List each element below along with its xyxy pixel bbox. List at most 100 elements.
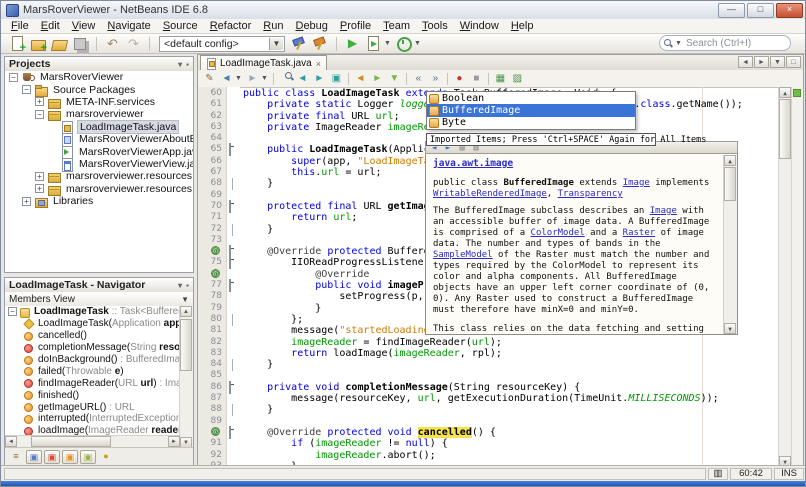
- scroll-left-icon[interactable]: ◄: [5, 436, 17, 447]
- horizontal-splitter[interactable]: [4, 273, 194, 277]
- quick-search[interactable]: ▼: [659, 35, 791, 51]
- tree-item-marsrovervieweraboutbox-java[interactable]: MarsRoverViewerAboutBox.java: [5, 133, 193, 145]
- scroll-down-icon[interactable]: ▼: [724, 323, 736, 334]
- code-line[interactable]: 85: [198, 370, 779, 381]
- scroll-tabs-left-button[interactable]: ◄: [738, 56, 753, 68]
- scroll-up-icon[interactable]: ▲: [180, 306, 192, 317]
- navigator-header[interactable]: LoadImageTask - Navigator ▾ ▪: [5, 278, 193, 293]
- scrollbar-thumb[interactable]: [180, 319, 192, 371]
- navigator-member[interactable]: doInBackground() : BufferedImage: [5, 354, 180, 366]
- minimize-button[interactable]: —: [718, 3, 745, 18]
- minimize-window-icon[interactable]: ▪: [186, 281, 189, 290]
- minimize-window-icon[interactable]: ▪: [186, 60, 189, 69]
- fold-collapse-icon[interactable]: [228, 382, 239, 393]
- fold-collapse-icon[interactable]: [228, 257, 239, 268]
- javadoc-package-link[interactable]: java.awt.image: [433, 158, 513, 169]
- navigator-member[interactable]: finished(): [5, 389, 180, 401]
- scroll-up-icon[interactable]: ▲: [724, 155, 736, 166]
- navigator-member[interactable]: interrupted(InterruptedException e): [5, 413, 180, 425]
- code-line[interactable]: 92 imageReader.abort();: [198, 450, 779, 461]
- collapse-icon[interactable]: −: [35, 110, 44, 119]
- profile-button[interactable]: [394, 35, 413, 52]
- float-window-icon[interactable]: ▾: [178, 60, 182, 69]
- scroll-up-icon[interactable]: ▲: [779, 87, 791, 98]
- float-window-icon[interactable]: ▾: [178, 281, 182, 290]
- code-line[interactable]: 83 return loadImage(imageReader, rpl);: [198, 348, 779, 359]
- menu-item-team[interactable]: Team: [377, 20, 416, 32]
- menu-item-refactor[interactable]: Refactor: [204, 20, 258, 32]
- javadoc-link-writablerenderedimage[interactable]: WritableRenderedImage: [433, 189, 547, 199]
- start-macro-button[interactable]: ●: [452, 72, 467, 86]
- editor-mode-icon[interactable]: ▥: [708, 468, 728, 480]
- error-stripe[interactable]: [791, 87, 803, 467]
- config-select[interactable]: <default config> ▼: [159, 36, 285, 52]
- javadoc-link-samplemodel[interactable]: SampleModel: [433, 250, 493, 260]
- debug-dropdown-icon[interactable]: ▼: [384, 40, 391, 47]
- clean-build-button[interactable]: [311, 35, 330, 52]
- completion-item-bufferedimage[interactable]: BufferedImage: [427, 104, 635, 116]
- scroll-tabs-right-button[interactable]: ►: [754, 56, 769, 68]
- maximize-editor-button[interactable]: □: [786, 56, 801, 68]
- find-previous-button[interactable]: ◄: [295, 72, 310, 86]
- menu-item-help[interactable]: Help: [505, 20, 540, 32]
- forward-button[interactable]: ►: [245, 72, 260, 86]
- shift-right-button[interactable]: »: [428, 72, 443, 86]
- projects-header[interactable]: Projects ▾ ▪: [5, 57, 193, 72]
- tab-close-icon[interactable]: ×: [316, 59, 321, 69]
- uncomment-button[interactable]: ▨: [510, 72, 525, 86]
- menu-item-debug[interactable]: Debug: [289, 20, 333, 32]
- show-non-public-button[interactable]: ▣: [80, 450, 96, 464]
- menu-item-view[interactable]: View: [66, 20, 102, 32]
- last-edited-button[interactable]: ✎: [202, 72, 217, 86]
- navigator-member[interactable]: −LoadImageTask :: Task<BufferedImage, Vo…: [5, 306, 180, 318]
- tree-item-marsroverviewerapp-java[interactable]: MarsRoverViewerApp.java: [5, 145, 193, 157]
- comment-button[interactable]: ▦: [493, 72, 508, 86]
- tree-item-marsroverviewer[interactable]: −MarsRoverViewer: [5, 71, 193, 83]
- undo-button[interactable]: ↶: [103, 35, 122, 52]
- maximize-button[interactable]: □: [747, 3, 774, 18]
- javadoc-scrollbar[interactable]: ▲ ▼: [723, 155, 737, 334]
- forward-dropdown-icon[interactable]: ▼: [261, 75, 268, 82]
- tree-item-libraries[interactable]: +Libraries: [5, 195, 193, 207]
- next-bookmark-button[interactable]: ►: [370, 72, 385, 86]
- tree-item-source-packages[interactable]: −Source Packages: [5, 83, 193, 95]
- menu-item-navigate[interactable]: Navigate: [101, 20, 156, 32]
- scrollbar-thumb[interactable]: [779, 99, 791, 159]
- tree-item-loadimagetask-java[interactable]: LoadImageTask.java: [5, 121, 193, 133]
- javadoc-link-transparency[interactable]: Transparency: [558, 189, 623, 199]
- stop-macro-button[interactable]: ■: [469, 72, 484, 86]
- collapse-icon[interactable]: −: [9, 73, 18, 82]
- find-next-button[interactable]: ►: [312, 72, 327, 86]
- collapse-icon[interactable]: −: [22, 85, 31, 94]
- navigator-member[interactable]: failed(Throwable e): [5, 365, 180, 377]
- expand-icon[interactable]: +: [35, 172, 44, 181]
- menu-item-source[interactable]: Source: [157, 20, 204, 32]
- fold-collapse-icon[interactable]: [228, 201, 239, 212]
- tree-item-meta-inf-services[interactable]: +META-INF.services: [5, 96, 193, 108]
- javadoc-link-raster[interactable]: Raster: [623, 228, 656, 238]
- menu-item-window[interactable]: Window: [454, 20, 505, 32]
- code-line[interactable]: 91 if (imageReader != null) {: [198, 438, 779, 449]
- close-button[interactable]: ×: [776, 3, 803, 18]
- shift-left-button[interactable]: «: [411, 72, 426, 86]
- open-project-button[interactable]: [50, 35, 69, 52]
- completion-item-byte[interactable]: Byte: [427, 117, 635, 129]
- search-dropdown-icon[interactable]: ▼: [675, 40, 682, 47]
- new-project-button[interactable]: [29, 35, 48, 52]
- fold-collapse-icon[interactable]: [228, 144, 239, 155]
- back-dropdown-icon[interactable]: ▼: [235, 75, 242, 82]
- tab-loadimagetask[interactable]: LoadImageTask.java ×: [200, 55, 327, 71]
- code-line[interactable]: 82 imageReader = findImageReader(url);: [198, 337, 779, 348]
- code-line[interactable]: 84 }: [198, 359, 779, 370]
- menu-item-edit[interactable]: Edit: [35, 20, 66, 32]
- fold-collapse-icon[interactable]: [228, 427, 239, 438]
- tree-item-marsroverviewer-resources-busyicons[interactable]: +marsroverviewer.resources.busyicons: [5, 183, 193, 195]
- navigator-vertical-scrollbar[interactable]: ▲ ▼: [179, 306, 193, 448]
- code-line[interactable]: @ @Override protected void cancelled() {: [198, 427, 779, 438]
- search-input[interactable]: [684, 37, 788, 50]
- toggle-highlight-button[interactable]: ▣: [329, 72, 344, 86]
- menu-item-file[interactable]: File: [5, 20, 35, 32]
- code-line[interactable]: 88 }: [198, 404, 779, 415]
- code-line[interactable]: 86 private void completionMessage(String…: [198, 382, 779, 393]
- members-view-select[interactable]: Members View ▼: [5, 292, 193, 307]
